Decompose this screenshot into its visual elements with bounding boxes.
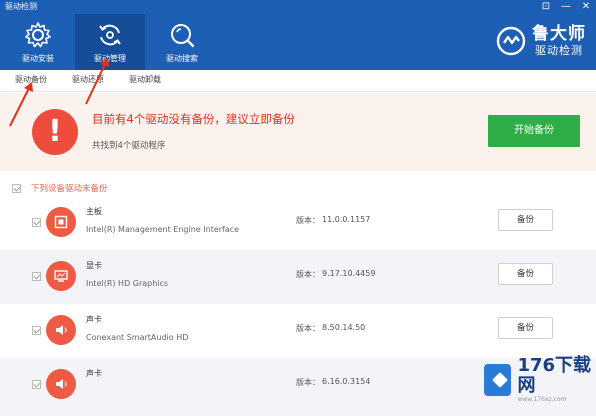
site-watermark: 176下载网 www.176xz.com [484, 356, 596, 403]
watermark-name: 176下载网 [517, 355, 592, 396]
watermark-url: www.176xz.com [517, 396, 567, 403]
watermark-logo-icon [484, 363, 512, 396]
annotation-arrows [9, 57, 109, 127]
